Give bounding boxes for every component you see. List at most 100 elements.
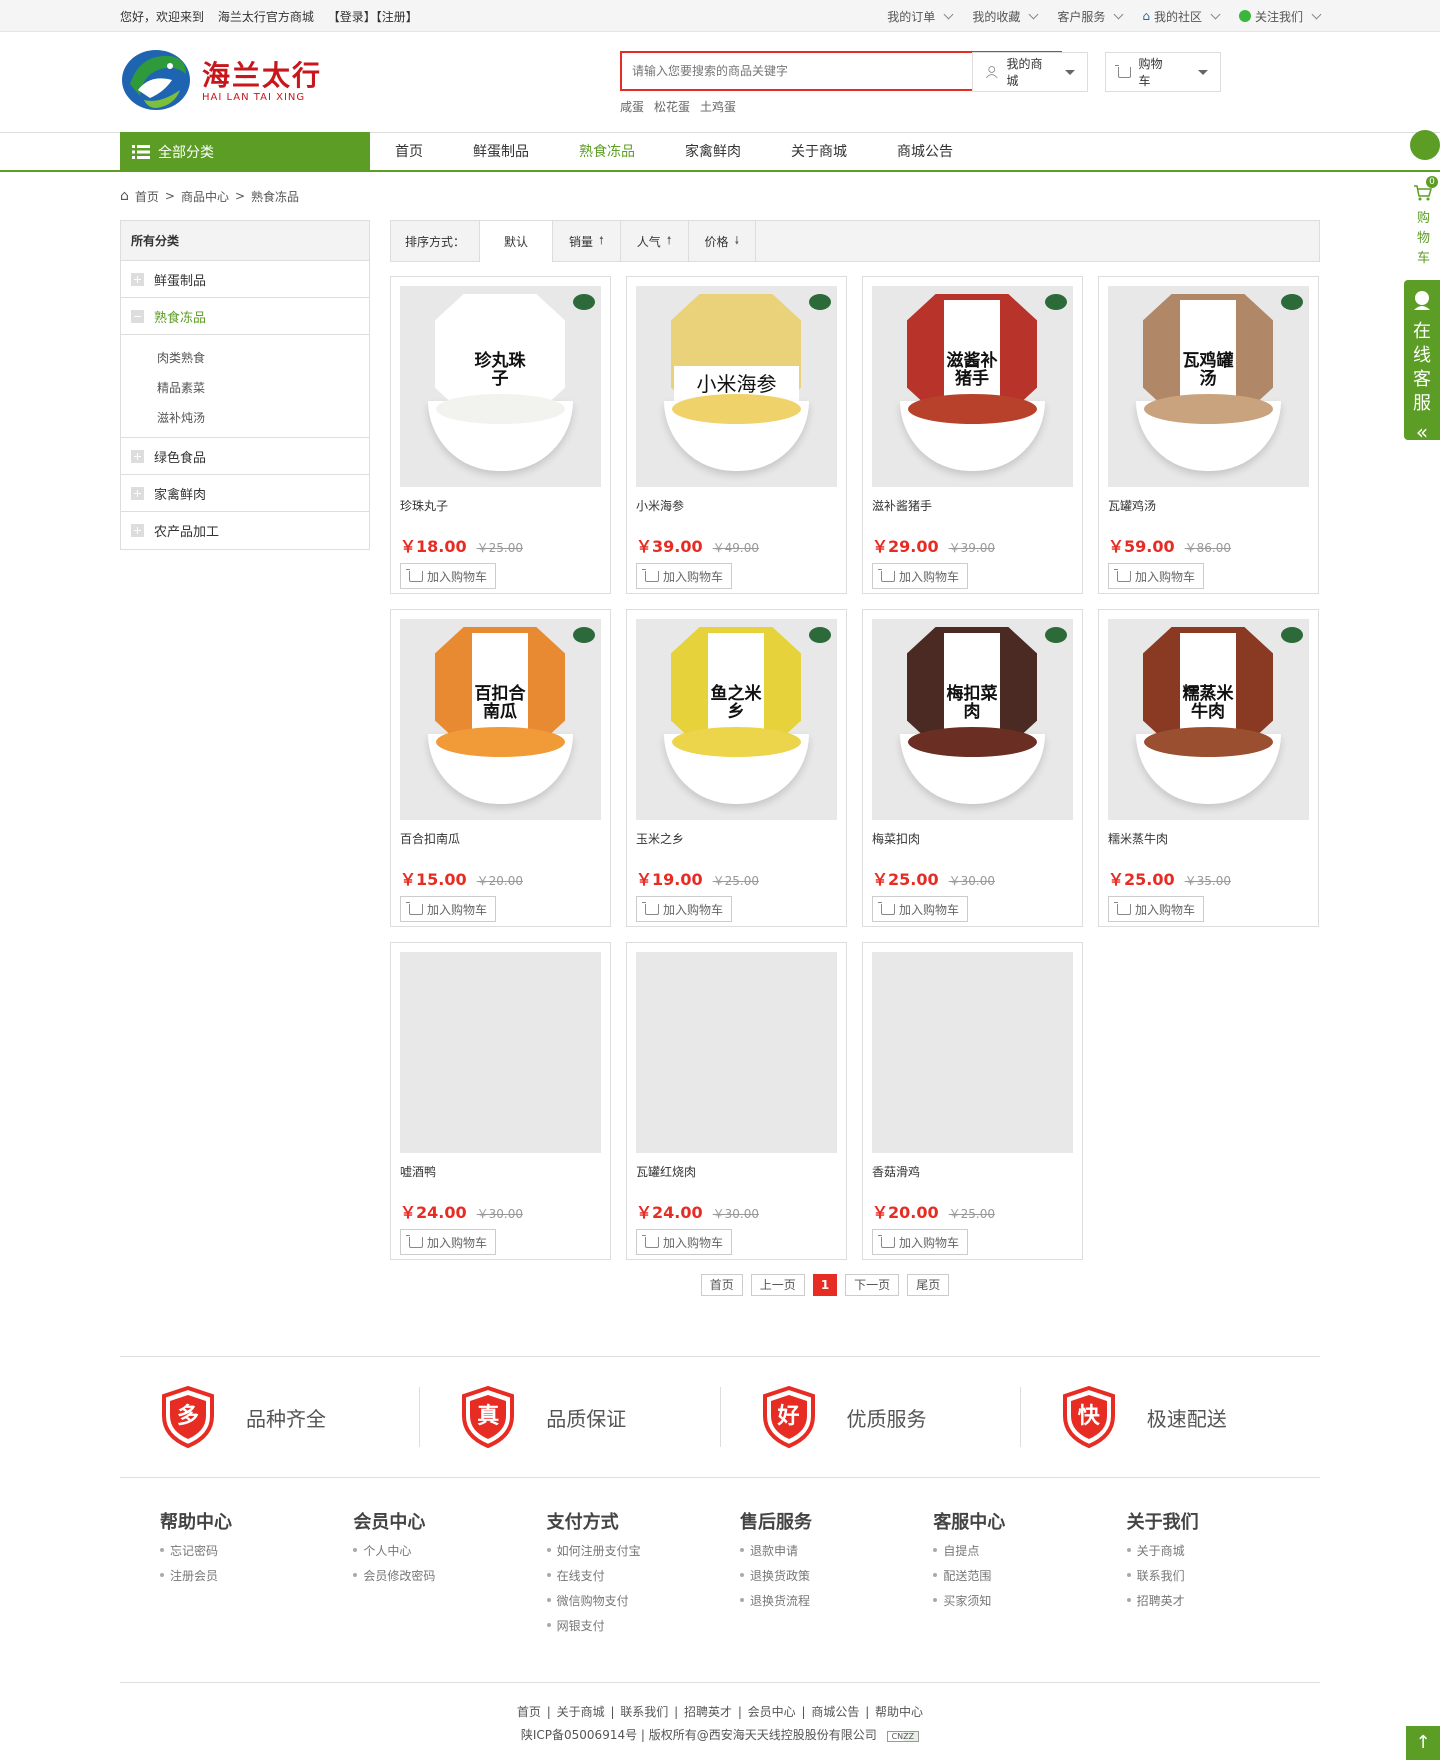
all-categories-button[interactable]: 全部分类 [120,132,370,171]
online-service-tab[interactable]: 在线客服 « [1404,280,1440,444]
add-to-cart-button[interactable]: 加入购物车 [872,1229,968,1255]
footer-bottom-link[interactable]: 关于商城 [557,1705,605,1719]
footer-link[interactable]: 招聘英才 [1126,1592,1320,1617]
plus-icon[interactable] [131,272,144,286]
product-card[interactable]: 瓦罐红烧肉 ￥24.00 ￥30.00 加入购物车 [626,942,847,1260]
sidebar-subcategory[interactable]: 精品素菜 [157,373,369,403]
hot-keyword-link[interactable]: 松花蛋 [654,98,690,115]
sort-option[interactable]: 销量 🠕 [553,220,621,262]
top-menu-item[interactable]: 客户服务 [1057,8,1124,25]
plus-icon[interactable] [131,524,144,537]
footer-link[interactable]: 微信购物支付 [546,1592,740,1617]
add-to-cart-button[interactable]: 加入购物车 [636,563,732,589]
nav-item[interactable]: 鲜蛋制品 [448,133,554,171]
cnzz-badge[interactable]: CNZZ [886,1731,920,1742]
product-card[interactable]: 百扣合南瓜 百合扣南瓜 ￥15.00 ￥20.00 加入购物车 [390,609,611,927]
footer-link[interactable]: 退换货流程 [739,1592,933,1617]
add-to-cart-button[interactable]: 加入购物车 [400,1229,496,1255]
product-name[interactable]: 玉米之乡 [636,830,837,850]
product-image[interactable]: 梅扣菜肉 [872,619,1073,820]
page-first-button[interactable]: 首页 [700,1274,743,1296]
breadcrumb-item[interactable]: 熟食冻品 [251,188,299,205]
add-to-cart-button[interactable]: 加入购物车 [1108,563,1204,589]
sidebar-category[interactable]: 家禽鲜肉 [121,475,369,512]
footer-link[interactable]: 自提点 [933,1542,1126,1567]
footer-bottom-link[interactable]: 商城公告 [811,1705,859,1719]
product-image[interactable] [636,952,837,1153]
footer-link[interactable]: 网银支付 [546,1617,740,1642]
top-menu-item[interactable]: 关注我们 [1238,8,1322,25]
product-card[interactable]: 嘘酒鸭 ￥24.00 ￥30.00 加入购物车 [390,942,611,1260]
breadcrumb-item[interactable]: 商品中心 [181,188,229,205]
footer-bottom-link[interactable]: 招聘英才 [684,1705,732,1719]
footer-link[interactable]: 联系我们 [1126,1567,1320,1592]
footer-link[interactable]: 关于商城 [1126,1542,1320,1567]
top-menu-item[interactable]: ⌂ 我的社区 [1142,8,1221,25]
footer-link[interactable]: 在线支付 [546,1567,740,1592]
footer-link[interactable]: 注册会员 [160,1567,353,1592]
page-last-button[interactable]: 尾页 [907,1274,950,1296]
my-mall-button[interactable]: 我的商城 [972,52,1088,92]
product-name[interactable]: 瓦罐鸡汤 [1108,497,1309,517]
footer-link[interactable]: 忘记密码 [160,1542,353,1567]
product-card[interactable]: 香菇滑鸡 ￥20.00 ￥25.00 加入购物车 [862,942,1083,1260]
product-image[interactable]: 瓦鸡罐汤 [1108,286,1309,487]
product-image[interactable]: 百扣合南瓜 [400,619,601,820]
nav-item[interactable]: 关于商城 [766,133,872,171]
sidebar-category[interactable]: 农产品加工 [121,512,369,549]
sidebar-subcategory[interactable]: 肉类熟食 [157,343,369,373]
footer-link[interactable]: 个人中心 [353,1542,546,1567]
add-to-cart-button[interactable]: 加入购物车 [872,563,968,589]
search-input[interactable] [620,51,984,91]
add-to-cart-button[interactable]: 加入购物车 [400,896,496,922]
product-image[interactable] [400,952,601,1153]
footer-link[interactable]: 退款申请 [739,1542,933,1567]
add-to-cart-button[interactable]: 加入购物车 [872,896,968,922]
page-prev-button[interactable]: 上一页 [750,1274,805,1296]
sidebar-category[interactable]: 鲜蛋制品 [121,261,369,298]
minus-icon[interactable] [131,309,144,323]
breadcrumb-item[interactable]: 首页 [135,188,159,205]
page-current[interactable]: 1 [812,1274,838,1296]
back-to-top-button[interactable]: ↑ [1406,1726,1440,1760]
footer-bottom-link[interactable]: 帮助中心 [875,1705,923,1719]
footer-link[interactable]: 如何注册支付宝 [546,1542,740,1567]
add-to-cart-button[interactable]: 加入购物车 [1108,896,1204,922]
product-name[interactable]: 梅菜扣肉 [872,830,1073,850]
product-name[interactable]: 珍珠丸子 [400,497,601,517]
product-name[interactable]: 滋补酱猪手 [872,497,1073,517]
product-image[interactable]: 小米海参 [636,286,837,487]
product-card[interactable]: 滋酱补猪手 滋补酱猪手 ￥29.00 ￥39.00 加入购物车 [862,276,1083,594]
product-name[interactable]: 小米海参 [636,497,837,517]
product-card[interactable]: 鱼之米乡 玉米之乡 ￥19.00 ￥25.00 加入购物车 [626,609,847,927]
product-card[interactable]: 小米海参 小米海参 ￥39.00 ￥49.00 加入购物车 [626,276,847,594]
footer-bottom-link[interactable]: 联系我们 [620,1705,668,1719]
footer-bottom-link[interactable]: 首页 [517,1705,541,1719]
product-image[interactable]: 鱼之米乡 [636,619,837,820]
plus-icon[interactable] [131,449,144,463]
register-link[interactable]: 【注册】 [376,10,418,24]
add-to-cart-button[interactable]: 加入购物车 [400,563,496,589]
plus-icon[interactable] [131,486,144,500]
add-to-cart-button[interactable]: 加入购物车 [636,1229,732,1255]
sort-option[interactable]: 人气 🠕 [621,220,689,262]
product-name[interactable]: 百合扣南瓜 [400,830,601,850]
product-image[interactable] [872,952,1073,1153]
top-menu-item[interactable]: 我的订单 [887,8,954,25]
nav-item[interactable]: 商城公告 [872,133,978,171]
sidebar-category[interactable]: 熟食冻品 [121,298,369,335]
nav-item[interactable]: 首页 [370,133,448,171]
footer-link[interactable]: 配送范围 [933,1567,1126,1592]
sort-option[interactable]: 默认 [479,220,554,262]
nav-item[interactable]: 家禽鲜肉 [660,133,766,171]
side-cart[interactable]: 0 购物车 [1406,176,1440,269]
nav-item[interactable]: 熟食冻品 [554,133,660,171]
header-cart-button[interactable]: 购物车 [1105,52,1221,92]
side-avatar[interactable] [1410,130,1440,160]
product-card[interactable]: 珍丸珠子 珍珠丸子 ￥18.00 ￥25.00 加入购物车 [390,276,611,594]
product-card[interactable]: 糯蒸米牛肉 糯米蒸牛肉 ￥25.00 ￥35.00 加入购物车 [1098,609,1319,927]
product-name[interactable]: 糯米蒸牛肉 [1108,830,1309,850]
product-name[interactable]: 瓦罐红烧肉 [636,1163,837,1183]
sidebar-subcategory[interactable]: 滋补炖汤 [157,403,369,433]
footer-bottom-link[interactable]: 会员中心 [748,1705,796,1719]
